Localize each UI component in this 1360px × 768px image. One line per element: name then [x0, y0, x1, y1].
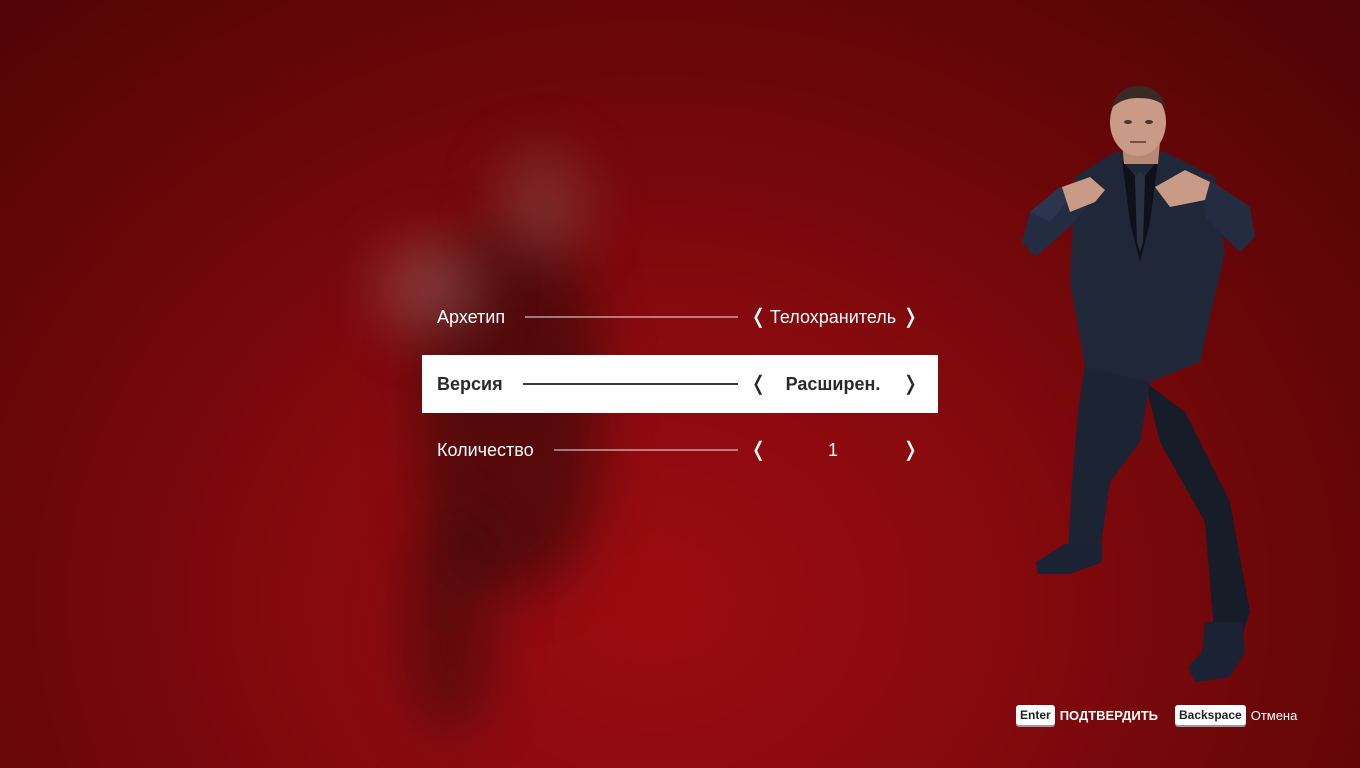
- blurred-background-figure-leg: [405, 520, 495, 730]
- chevron-left-icon[interactable]: ❬: [750, 374, 767, 394]
- enter-key-hint[interactable]: Enter: [1016, 705, 1055, 725]
- option-label: Архетип: [437, 306, 506, 327]
- option-value: Расширен.: [785, 373, 881, 394]
- confirm-label[interactable]: ПОДТВЕРДИТЬ: [1060, 708, 1158, 723]
- option-label: Количество: [437, 439, 534, 460]
- blurred-background-figure-head: [495, 150, 590, 260]
- option-divider-line: [522, 383, 738, 385]
- chevron-right-icon[interactable]: ❭: [902, 307, 919, 327]
- option-divider-line: [525, 316, 738, 318]
- chevron-left-icon[interactable]: ❬: [750, 307, 767, 327]
- option-value: 1: [827, 439, 838, 460]
- cancel-label[interactable]: Отмена: [1251, 708, 1298, 723]
- option-row-quantity[interactable]: Количество ❬ 1 ❭: [422, 421, 938, 479]
- option-row-archetype[interactable]: Архетип ❬ Телохранитель ❭: [422, 288, 938, 346]
- chevron-right-icon[interactable]: ❭: [902, 374, 919, 394]
- backspace-key-hint[interactable]: Backspace: [1174, 705, 1246, 725]
- control-hints-bar: Enter ПОДТВЕРДИТЬ Backspace Отмена: [1016, 705, 1314, 725]
- chevron-left-icon[interactable]: ❬: [750, 440, 767, 460]
- character-model-bodyguard: [1022, 86, 1255, 682]
- option-row-version[interactable]: Версия ❬ Расширен. ❭: [422, 355, 938, 413]
- chevron-right-icon[interactable]: ❭: [902, 440, 919, 460]
- option-divider-line: [553, 449, 738, 451]
- option-label: Версия: [437, 373, 503, 394]
- option-value: Телохранитель: [769, 306, 897, 327]
